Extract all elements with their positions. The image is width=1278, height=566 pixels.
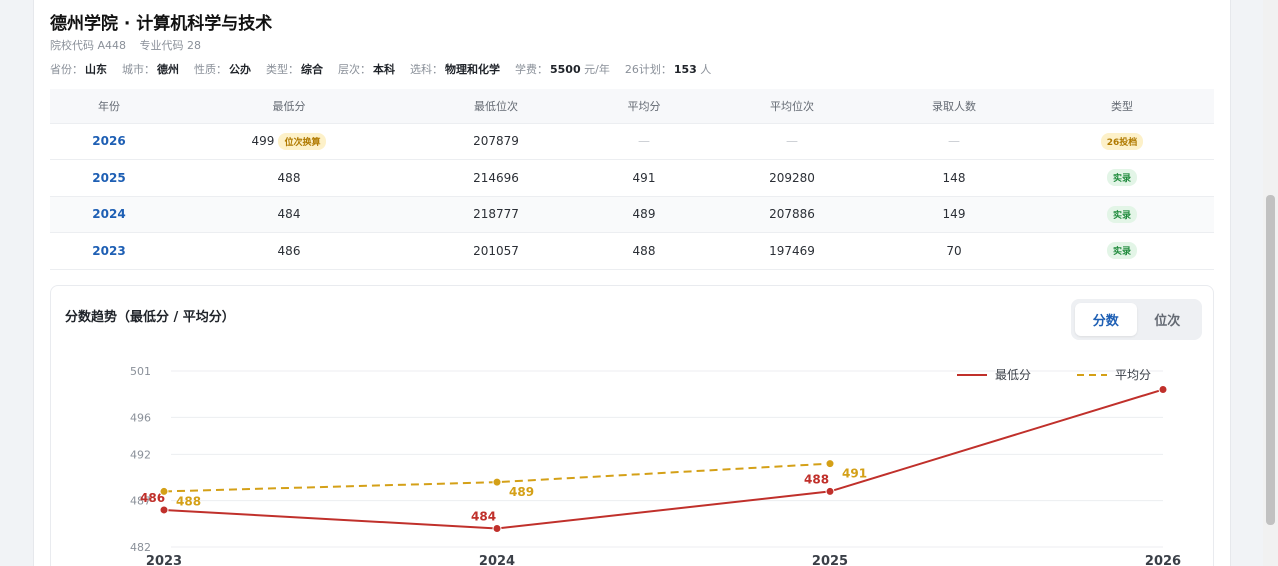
score-table: 年份 最低分 最低位次 平均分 平均位次 录取人数 类型 2026 499 位次换… bbox=[50, 89, 1214, 270]
data-point bbox=[1158, 385, 1168, 395]
table-row: 2025 488 214696 491 209280 148 实录 bbox=[50, 159, 1214, 197]
codes-line: 院校代码 A448 专业代码 28 bbox=[50, 37, 201, 53]
year-link[interactable]: 2023 bbox=[50, 233, 168, 270]
year-link[interactable]: 2025 bbox=[50, 160, 168, 197]
col-min-score: 最低分 bbox=[272, 99, 306, 113]
count-cell: 149 bbox=[942, 207, 966, 222]
type-badge: 26投档 bbox=[1100, 132, 1144, 150]
type-badge: 实录 bbox=[1106, 242, 1137, 260]
table-header-row: 年份 最低分 最低位次 平均分 平均位次 录取人数 类型 bbox=[50, 89, 1214, 123]
min-rank-cell: 201057 bbox=[473, 243, 519, 258]
avg-score-cell: 491 bbox=[632, 170, 656, 185]
meta-type: 类型： 综合 bbox=[266, 63, 323, 76]
major-code: 专业代码 28 bbox=[139, 39, 202, 52]
year-link[interactable]: 2026 bbox=[50, 123, 168, 160]
meta-province: 省份： 山东 bbox=[50, 63, 107, 76]
year-link[interactable]: 2024 bbox=[50, 196, 168, 233]
table-row: 2024 484 218777 489 207886 149 实录 bbox=[50, 196, 1214, 233]
count-cell: 148 bbox=[942, 170, 966, 185]
type-badge: 实录 bbox=[1106, 169, 1137, 187]
y-tick-label: 482 bbox=[130, 541, 151, 554]
major-detail-card: 德州学院 · 计算机科学与技术 院校代码 A448 专业代码 28 省份： 山东 … bbox=[33, 0, 1231, 566]
data-point bbox=[159, 486, 169, 496]
type-cell: 实录 bbox=[1030, 196, 1214, 233]
type-cell: 实录 bbox=[1030, 233, 1214, 270]
meta-plan: 26计划： 153 人 bbox=[624, 63, 712, 76]
meta-nature: 性质： 公办 bbox=[194, 63, 251, 76]
data-label: 491 bbox=[842, 467, 867, 481]
meta-level: 层次： 本科 bbox=[338, 63, 395, 76]
col-min-rank: 最低位次 bbox=[474, 99, 518, 113]
x-tick-label: 2025 bbox=[812, 554, 848, 566]
col-year: 年份 bbox=[98, 99, 120, 113]
col-count: 录取人数 bbox=[932, 99, 976, 113]
y-tick-label: 492 bbox=[130, 448, 151, 461]
type-cell: 实录 bbox=[1030, 160, 1214, 197]
avg-score-cell: 488 bbox=[632, 243, 656, 258]
x-tick-label: 2023 bbox=[146, 554, 182, 566]
avg-rank-cell: 197469 bbox=[769, 243, 815, 258]
min-score-cell: 499 位次换算 bbox=[168, 123, 410, 160]
min-score-cell: 488 bbox=[277, 170, 301, 185]
count-cell: — bbox=[948, 134, 960, 149]
data-label: 488 bbox=[804, 472, 829, 486]
trend-chart: 4824874924965012023 2024 2025 2026486484488… bbox=[130, 365, 1181, 566]
data-label: 489 bbox=[509, 485, 534, 499]
avg-score-cell: 489 bbox=[632, 207, 656, 222]
table-row: 2026 499 位次换算 207879 — — — 26投档 bbox=[50, 123, 1214, 160]
type-badge: 实录 bbox=[1106, 205, 1137, 223]
meta-city: 城市： 德州 bbox=[122, 63, 179, 76]
data-point bbox=[492, 477, 502, 487]
data-point bbox=[825, 459, 835, 469]
avg-rank-cell: 209280 bbox=[769, 170, 815, 185]
min-score-cell: 484 bbox=[277, 207, 301, 222]
col-avg-score: 平均分 bbox=[627, 99, 661, 113]
avg-rank-cell: — bbox=[786, 134, 798, 149]
count-cell: 70 bbox=[946, 243, 962, 258]
y-tick-label: 501 bbox=[130, 365, 151, 378]
meta-tuition: 学费： 5500 元/年 bbox=[515, 63, 610, 76]
avg-score-cell: — bbox=[638, 134, 650, 149]
avg-rank-cell: 207886 bbox=[769, 207, 815, 222]
data-label: 484 bbox=[471, 509, 496, 523]
data-point bbox=[825, 486, 835, 496]
school-code: 院校代码 A448 bbox=[50, 39, 127, 52]
data-point bbox=[159, 505, 169, 515]
series-line-avg-score bbox=[163, 462, 831, 493]
rank-convert-badge: 位次换算 bbox=[278, 132, 327, 150]
legend-label: 最低分 bbox=[995, 368, 1031, 382]
scrollbar-thumb[interactable] bbox=[1266, 195, 1275, 525]
min-rank-cell: 218777 bbox=[473, 207, 519, 222]
min-score-cell: 486 bbox=[277, 243, 301, 258]
x-tick-label: 2026 bbox=[1145, 554, 1181, 566]
legend-label: 平均分 bbox=[1115, 368, 1151, 382]
table-row: 2023 486 201057 488 197469 70 实录 bbox=[50, 232, 1214, 270]
col-avg-rank: 平均位次 bbox=[770, 99, 814, 113]
min-rank-cell: 214696 bbox=[473, 170, 519, 185]
trend-chart-card: 分数趋势（最低分 / 平均分） 分数 位次 482 487 492 496 501 202… bbox=[50, 285, 1214, 566]
type-cell: 26投档 bbox=[1030, 123, 1214, 160]
data-point bbox=[492, 523, 502, 533]
data-label: 488 bbox=[176, 494, 201, 508]
page-title: 德州学院 · 计算机科学与技术 bbox=[50, 14, 273, 34]
meta-subjects: 选科： 物理和化学 bbox=[410, 63, 500, 76]
min-rank-cell: 207879 bbox=[473, 134, 519, 149]
x-tick-label: 2024 bbox=[479, 554, 515, 566]
y-tick-label: 496 bbox=[130, 411, 151, 424]
meta-line: 省份： 山东 城市： 德州 性质： 公办 类型： 综合 层次： 本科 选科： 物理和化学 学… bbox=[50, 61, 726, 77]
col-type: 类型 bbox=[1111, 99, 1133, 113]
series-line-min-score bbox=[163, 388, 1164, 530]
